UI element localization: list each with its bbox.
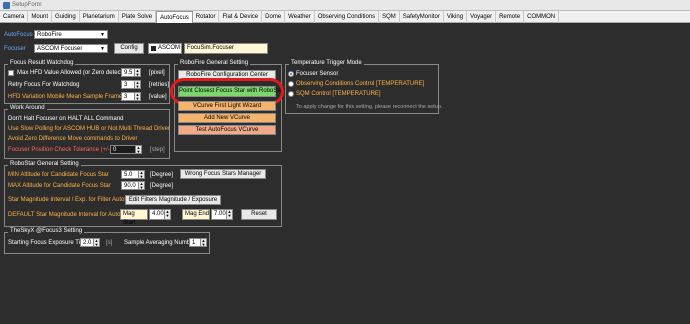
radio-observing-conditions[interactable] (288, 81, 294, 87)
retry-label: Retry Focus For Watchdog (8, 82, 80, 88)
min-altitude-input[interactable]: 5.0 (121, 170, 139, 179)
autofocus-panel: AutoFocus RoboFire ▼ Focuser ASCOM Focuse… (0, 23, 690, 324)
workaround-item-halt: Don't Halt Focuser on HALT ALL Command (8, 116, 124, 122)
workaround-item-slow-polling: Use Slow Polling for ASCOM HUB or Not Mu… (8, 126, 170, 132)
max-altitude-spinner[interactable]: ▲ ▼ (139, 181, 145, 190)
add-vcurve-button[interactable]: Add New VCurve (178, 113, 276, 123)
tab-camera[interactable]: Camera (0, 11, 29, 23)
averaging-spinner[interactable]: ▲ ▼ (201, 238, 207, 247)
max-altitude-input[interactable]: 90.0 (121, 181, 139, 190)
focuser-label: Focuser (4, 46, 26, 52)
autofocus-label: AutoFocus (4, 32, 33, 38)
focuser-driver-field: FocuSim.Focuser (184, 43, 268, 54)
robofire-title: RoboFire General Setting (178, 60, 251, 66)
tab-planetarium[interactable]: Planetarium (80, 11, 119, 23)
edit-filters-button[interactable]: Edit Filters Magnitude / Exposure (125, 195, 221, 205)
tab-plate-solve[interactable]: Plate Solve (119, 11, 157, 23)
max-altitude-label: MAX Altitude for Candidate Focus Star (8, 183, 111, 189)
retry-input[interactable]: 3 (121, 80, 135, 89)
watchdog-title: Focus Result Watchdog (8, 60, 76, 66)
ascom-logo-icon (151, 46, 156, 51)
mag-start-spinner[interactable]: ▲ ▼ (165, 209, 171, 220)
tab-sqm[interactable]: SQM (379, 11, 400, 23)
exposure-input[interactable]: 2.0 (80, 238, 94, 247)
vcurve-wizard-button[interactable]: VCurve First Light Wizard (178, 101, 276, 111)
max-hfd-spinner[interactable]: ▲ ▼ (135, 68, 141, 77)
default-mag-label: DEFAULT Star Magnitude Interval for Auto… (8, 212, 135, 218)
max-hfd-input[interactable]: 9.5 (121, 68, 135, 77)
max-hfd-label: Max HFD Value Allowed (or Zero detect) (17, 70, 125, 76)
mag-interval-label: Star Magnitude Interval / Exp. for Filte… (8, 197, 139, 203)
chevron-down-icon: ▼ (100, 32, 105, 38)
tab-common[interactable]: COMMON (524, 11, 560, 23)
tab-guiding[interactable]: Guiding (52, 11, 80, 23)
robostar-title: RoboStar General Setting (8, 161, 81, 167)
tolerance-input[interactable]: 0 (110, 145, 136, 154)
workaround-title: Work Around (8, 105, 47, 111)
hfd-variation-label: HFD Variation Mobile Mean Sample Frame W… (8, 94, 140, 100)
max-hfd-checkbox[interactable] (8, 70, 14, 76)
test-autofocus-vcurve-button[interactable]: Test AutoFocus VCurve (178, 125, 276, 135)
autofocus-select[interactable]: RoboFire ▼ (34, 30, 108, 39)
exposure-unit: [s] (106, 240, 113, 246)
min-altitude-label: MIN Altitude for Candidate Focus Star (8, 172, 109, 178)
mag-end-input[interactable]: 7.00 (211, 209, 227, 220)
tab-remote[interactable]: Remote (496, 11, 525, 23)
averaging-input[interactable]: 1 (189, 238, 201, 247)
radio-observing-conditions-label: Observing Conditions Control [TEMPERATUR… (296, 81, 425, 87)
tolerance-unit: [step] (150, 147, 165, 153)
min-altitude-spinner[interactable]: ▲ ▼ (139, 170, 145, 179)
workaround-item-zero-move: Avoid Zero Difference Move commands to D… (8, 136, 138, 142)
tab-voyager[interactable]: Voyager (467, 11, 497, 23)
window-title: SetupForm (12, 2, 42, 8)
averaging-label: Sample Averaging Number (124, 240, 196, 246)
tolerance-spinner[interactable]: ▲ ▼ (136, 145, 142, 154)
config-button[interactable]: Config (114, 43, 144, 54)
hfd-variation-unit: [value] (149, 94, 167, 100)
min-altitude-unit: [Degree] (150, 172, 174, 178)
reset-button[interactable]: Reset (241, 209, 277, 220)
radio-focuser-sensor-label: Focuser Sensor (296, 71, 339, 77)
ascom-badge: ASCOM (148, 43, 182, 54)
focuser-select[interactable]: ASCOM Focuser ▼ (34, 44, 108, 53)
mag-start-input[interactable]: 4.00 (149, 209, 165, 220)
retry-spinner[interactable]: ▲ ▼ (135, 80, 141, 89)
tab-flat-device[interactable]: Flat & Device (219, 11, 263, 23)
mag-start-label: Mag Start (120, 209, 148, 226)
wrong-focus-stars-button[interactable]: Wrong Focus Stars Manager (180, 169, 266, 179)
retry-unit: [retries] (149, 82, 170, 88)
radio-sqm-control-label: SQM Control [TEMPERATURE] (296, 91, 381, 97)
max-altitude-unit: [Degree] (150, 183, 174, 189)
tab-bar: Camera Mount Guiding Planetarium Plate Solve… (0, 11, 690, 24)
tolerance-label: Focuser Position Check Tolerance (+/-) (8, 147, 112, 153)
tab-safetymonitor[interactable]: SafetyMonitor (400, 11, 444, 23)
tab-observing-conditions[interactable]: Observing Conditions (315, 11, 380, 23)
theskyx-title: TheSkyX @Focus3 Setting (8, 228, 85, 234)
title-bar: SetupForm (0, 0, 690, 11)
temperature-title: Temperature Trigger Mode (289, 60, 364, 66)
hfd-variation-spinner[interactable]: ▲ ▼ (135, 92, 141, 101)
ascom-label: ASCOM (158, 45, 181, 51)
hfd-variation-input[interactable]: 3 (121, 92, 135, 101)
exposure-label: Starting Focus Exposure Time (8, 240, 89, 246)
chevron-down-icon: ▼ (100, 46, 105, 52)
exposure-spinner[interactable]: ▲ ▼ (94, 238, 100, 247)
tab-dome[interactable]: Dome (262, 11, 286, 23)
radio-sqm-control[interactable] (288, 91, 294, 97)
temperature-note: To apply change for this setting, please… (296, 104, 443, 110)
tab-weather[interactable]: Weather (285, 11, 315, 23)
tab-rotator[interactable]: Rotator (193, 11, 220, 23)
mag-end-label: Mag End (182, 209, 210, 220)
app-icon (3, 2, 10, 9)
max-hfd-unit: [pixel] (149, 70, 165, 76)
tab-viking[interactable]: Viking (444, 11, 468, 23)
mag-end-spinner[interactable]: ▲ ▼ (227, 209, 233, 220)
radio-focuser-sensor[interactable] (288, 71, 294, 77)
tab-mount[interactable]: Mount (28, 11, 53, 23)
